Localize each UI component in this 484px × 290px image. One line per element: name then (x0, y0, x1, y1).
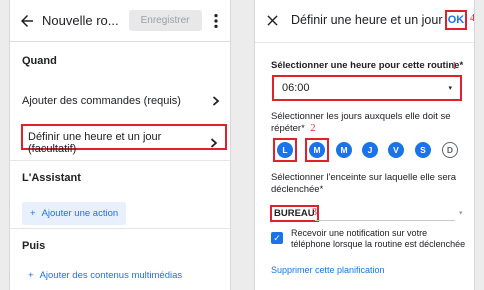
more-vert-icon[interactable] (210, 12, 222, 30)
set-time-dialog: Définir une heure et un jour OK 4 Sélect… (255, 0, 474, 290)
routine-editor-panel: Nouvelle ro... Enregistrer Quand Ajouter… (10, 0, 230, 290)
dropdown-caret-icon: ▾ (448, 85, 452, 92)
section-when-heading: Quand (22, 55, 57, 67)
divider (255, 42, 474, 43)
days-label: Sélectionner les jours auxquels elle doi… (271, 111, 451, 134)
day-toggle-wednesday[interactable]: M (336, 142, 352, 158)
routine-title: Nouvelle ro... (42, 13, 119, 28)
back-arrow-icon[interactable] (18, 12, 36, 30)
day-toggle-thursday[interactable]: J (362, 142, 378, 158)
add-media-button[interactable]: + Ajouter des contenus multimédias (28, 270, 182, 281)
top-bar: Nouvelle ro... Enregistrer (10, 0, 230, 42)
day-toggle-monday[interactable]: L (277, 142, 293, 158)
time-select[interactable]: 06:00 ▾ (272, 75, 462, 101)
day-toggle-tuesday[interactable]: M (309, 142, 325, 158)
chevron-right-icon (210, 138, 218, 148)
annotation-number-1: 1 (452, 61, 457, 72)
save-button[interactable]: Enregistrer (128, 10, 202, 31)
chevron-right-icon (212, 96, 220, 106)
set-time-label: Définir une heure et un jour (facultatif… (28, 131, 162, 155)
add-action-label: Ajouter une action (41, 208, 119, 219)
annotation-number-2: 2 (310, 123, 316, 134)
day-toggle-friday[interactable]: V (388, 142, 404, 158)
checkmark-icon: ✓ (273, 232, 281, 243)
dropdown-caret-icon[interactable]: ▾ (459, 209, 463, 217)
add-commands-label: Ajouter des commandes (requis) (22, 95, 181, 107)
add-action-button[interactable]: + Ajouter une action (22, 202, 127, 225)
day-toggle-sunday[interactable]: D (442, 142, 458, 158)
divider (10, 228, 230, 229)
section-assistant-heading: L'Assistant (22, 172, 81, 184)
notification-checkbox[interactable]: ✓ (271, 232, 283, 244)
speaker-label: Sélectionner l'enceinte sur laquelle ell… (271, 172, 457, 195)
ok-button[interactable]: OK (445, 10, 467, 30)
add-commands-row[interactable]: Ajouter des commandes (requis) (22, 95, 220, 107)
close-icon[interactable] (267, 15, 278, 26)
set-time-row[interactable]: Définir une heure et un jour (facultatif… (28, 131, 218, 155)
plus-icon: + (28, 270, 34, 281)
section-then-heading: Puis (22, 240, 46, 252)
annotation-number-3: 3 (312, 207, 317, 218)
time-value: 06:00 (282, 82, 310, 94)
divider (10, 160, 230, 161)
delete-schedule-link[interactable]: Supprimer cette planification (271, 265, 385, 275)
time-label: Sélectionner une heure pour cette routin… (271, 60, 464, 71)
add-media-label: Ajouter des contenus multimédias (39, 270, 183, 281)
dialog-title: Définir une heure et un jour (291, 13, 443, 27)
notification-label: Recevoir une notification sur votre télé… (291, 228, 466, 249)
select-underline (315, 220, 455, 221)
plus-icon: + (30, 208, 36, 219)
day-toggle-saturday[interactable]: S (415, 142, 431, 158)
annotation-number-4: 4 (470, 13, 474, 24)
